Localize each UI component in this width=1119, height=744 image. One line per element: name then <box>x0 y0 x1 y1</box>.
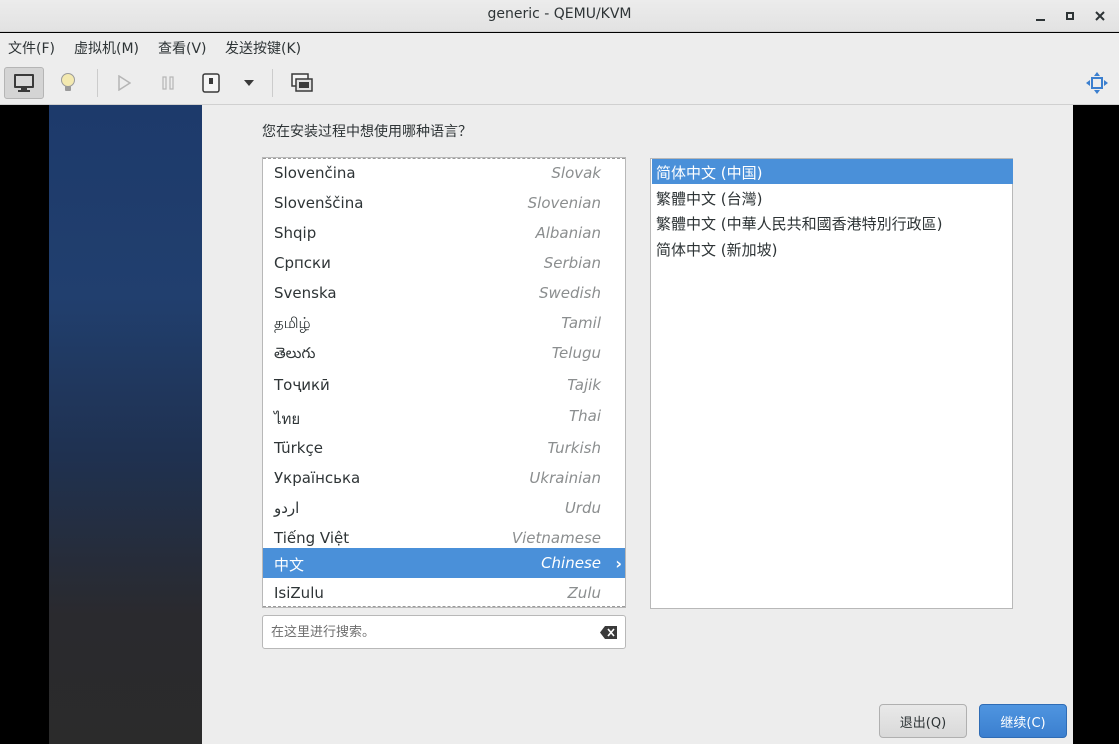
vm-display[interactable]: 您在安装过程中想使用哪种语言？ Slovenčina Slovak Slovenšč… <box>0 105 1119 744</box>
language-row[interactable]: Српски Serbian <box>263 248 625 278</box>
language-english-name: Swedish <box>538 284 601 302</box>
language-english-name: Tamil <box>561 314 601 332</box>
language-native-name: ไทย <box>274 410 301 428</box>
fullscreen-button[interactable] <box>1083 67 1111 99</box>
language-row[interactable]: Тоҷикӣ Tajik <box>263 370 625 400</box>
minimize-button[interactable] <box>1029 6 1051 26</box>
language-native-name: Shqip <box>274 224 317 242</box>
language-native-name: తెలుగు <box>274 344 316 362</box>
language-english-name: Slovenian <box>527 194 601 212</box>
language-native-name: Українська <box>274 469 361 487</box>
continue-button[interactable]: 继续(C) <box>979 704 1067 738</box>
lightbulb-icon <box>61 73 75 91</box>
menu-file[interactable]: 文件(F) <box>8 38 55 58</box>
toolbar-separator <box>97 69 98 97</box>
language-row[interactable]: తెలుగు Telugu <box>263 338 625 368</box>
language-native-name: தமிழ் <box>274 314 311 332</box>
monitor-icon <box>14 74 34 92</box>
language-native-name: Tiếng Việt <box>274 529 350 547</box>
language-row[interactable]: IsiZulu Zulu <box>263 578 625 607</box>
language-english-name: Slovak <box>551 164 601 182</box>
shutdown-menu-button[interactable] <box>238 67 260 99</box>
language-row[interactable]: தமிழ் Tamil <box>263 308 625 338</box>
language-row[interactable]: اردو Urdu <box>263 493 625 523</box>
close-icon <box>1095 11 1105 21</box>
console-button[interactable] <box>4 67 44 99</box>
caret-down-icon <box>244 80 254 86</box>
locale-list[interactable]: 简体中文 (中国) 繁體中文 (台灣) 繁體中文 (中華人民共和國香港特別行政區) 简… <box>650 158 1013 609</box>
menu-send-key[interactable]: 发送按键(K) <box>225 38 301 58</box>
installer-sidebar <box>49 105 202 744</box>
list-scroll-edge <box>263 158 625 159</box>
language-question: 您在安装过程中想使用哪种语言？ <box>262 124 472 140</box>
clear-icon[interactable] <box>600 626 617 639</box>
language-row[interactable]: Svenska Swedish <box>263 278 625 308</box>
run-button[interactable] <box>110 67 138 99</box>
list-scroll-edge <box>263 606 625 607</box>
snapshot-icon <box>291 73 313 92</box>
search-input[interactable] <box>271 622 591 642</box>
window-title: generic - QEMU/KVM <box>487 6 632 22</box>
language-row[interactable]: Shqip Albanian <box>263 218 625 248</box>
locale-row[interactable]: 简体中文 (新加坡) <box>652 236 1013 261</box>
language-native-name: IsiZulu <box>274 584 324 602</box>
locale-label: 繁體中文 (中華人民共和國香港特別行政區) <box>656 215 943 233</box>
language-english-name: Serbian <box>543 254 601 272</box>
language-english-name: Tajik <box>567 376 601 394</box>
language-english-name: Chinese <box>541 554 601 572</box>
language-native-name: Slovenčina <box>274 164 356 182</box>
close-button[interactable] <box>1089 6 1111 26</box>
language-english-name: Zulu <box>567 584 601 602</box>
details-button[interactable] <box>52 67 84 99</box>
pause-button[interactable] <box>154 67 182 99</box>
quit-button[interactable]: 退出(Q) <box>879 704 967 738</box>
language-english-name: Turkish <box>547 439 601 457</box>
locale-row[interactable]: 繁體中文 (台灣) <box>652 185 1013 210</box>
language-row[interactable]: Slovenčina Slovak <box>263 158 625 188</box>
window-titlebar: generic - QEMU/KVM <box>0 0 1119 32</box>
language-native-name: Српски <box>274 254 331 272</box>
menu-view[interactable]: 查看(V) <box>158 38 207 58</box>
language-native-name: Slovenščina <box>274 194 364 212</box>
language-row[interactable]: Slovenščina Slovenian <box>263 188 625 218</box>
language-english-name: Vietnamese <box>511 529 601 547</box>
locale-label: 简体中文 (新加坡) <box>656 240 778 259</box>
locale-row[interactable]: 繁體中文 (中華人民共和國香港特別行政區) <box>652 210 1013 235</box>
installer-main: 您在安装过程中想使用哪种语言？ Slovenčina Slovak Slovenšč… <box>202 105 1073 744</box>
language-native-name: 中文 <box>274 556 305 574</box>
play-icon <box>118 75 131 91</box>
language-english-name: Ukrainian <box>529 469 601 487</box>
fullscreen-icon <box>1086 72 1108 94</box>
menu-vm[interactable]: 虚拟机(M) <box>74 38 139 58</box>
toolbar-separator <box>272 69 273 97</box>
language-native-name: Тоҷикӣ <box>274 376 330 394</box>
language-english-name: Telugu <box>551 344 601 362</box>
language-english-name: Urdu <box>564 499 601 517</box>
language-native-name: Türkçe <box>274 439 323 457</box>
snapshots-button[interactable] <box>288 67 316 99</box>
toolbar <box>0 61 1119 105</box>
language-row[interactable]: Українська Ukrainian <box>263 463 625 493</box>
language-row[interactable]: Türkçe Turkish <box>263 433 625 463</box>
shutdown-button[interactable] <box>197 67 225 99</box>
language-list[interactable]: Slovenčina Slovak Slovenščina Slovenian Shqi… <box>262 157 626 608</box>
display-border <box>1073 105 1119 744</box>
menu-bar: 文件(F) 虚拟机(M) 查看(V) 发送按键(K) <box>0 33 1119 61</box>
search-field[interactable] <box>262 615 626 649</box>
locale-row[interactable]: 简体中文 (中国) <box>652 159 1013 184</box>
maximize-button[interactable] <box>1059 6 1081 26</box>
maximize-icon <box>1066 12 1074 20</box>
language-row[interactable]: 中文 Chinese › <box>263 548 625 578</box>
power-icon <box>202 73 220 93</box>
chevron-right-icon: › <box>615 554 622 573</box>
locale-label: 繁體中文 (台灣) <box>656 189 763 208</box>
minimize-icon <box>1035 19 1045 21</box>
language-native-name: Svenska <box>274 284 337 302</box>
language-row[interactable]: ไทย Thai <box>263 401 625 431</box>
pause-icon <box>162 76 174 90</box>
language-english-name: Albanian <box>535 224 601 242</box>
language-native-name: اردو <box>274 499 300 517</box>
language-english-name: Thai <box>568 407 601 425</box>
locale-label: 简体中文 (中国) <box>656 164 763 182</box>
